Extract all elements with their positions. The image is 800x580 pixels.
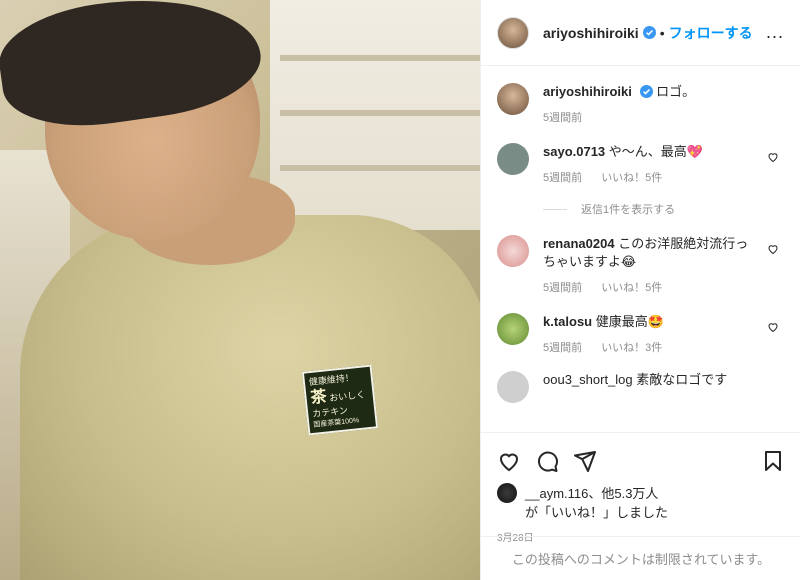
comment-likes[interactable]: いいね！5件 [601, 282, 662, 294]
post-header: ariyoshihiroiki • フォローする ... [481, 0, 800, 66]
heart-icon[interactable] [767, 321, 779, 333]
post-photo[interactable]: 健康維持！ 茶 おいしくカテキン 国産茶葉100% [0, 0, 480, 580]
comment-username[interactable]: renana0204 [543, 236, 615, 251]
comment-partial-text: oou3_short_log 素敵なロゴです [543, 372, 728, 387]
likes-line2: が「いいね！」しました [525, 505, 669, 520]
comment-icon[interactable] [535, 449, 559, 473]
comment-time[interactable]: 5週間前 [543, 172, 582, 184]
caption-time[interactable]: 5週間前 [543, 112, 582, 124]
likes-line1[interactable]: __aym.116、他5.3万人 [525, 483, 668, 502]
avatar[interactable] [497, 16, 529, 49]
comments-list: ariyoshihiroiki ロゴ。 5週間前 sayo.0713 や〜ん、最… [481, 67, 800, 432]
likes-summary: __aym.116、他5.3万人 が「いいね！」しました [497, 483, 785, 521]
comments-restricted-notice: この投稿へのコメントは制限されています。 [481, 536, 800, 580]
view-replies-label: 返信1件を表示する [581, 204, 676, 216]
reply-line [543, 208, 567, 210]
comment-likes[interactable]: いいね！5件 [601, 172, 662, 184]
avatar[interactable] [497, 143, 529, 175]
avatar[interactable] [497, 313, 529, 345]
username[interactable]: ariyoshihiroiki [543, 25, 639, 41]
caption: ariyoshihiroiki ロゴ。 5週間前 [497, 83, 785, 127]
shelf [280, 55, 480, 61]
post-sidebar: ariyoshihiroiki • フォローする ... ariyoshihir… [480, 0, 800, 580]
comment-username[interactable]: sayo.0713 [543, 144, 605, 159]
caption-username[interactable]: ariyoshihiroiki [543, 84, 632, 99]
comment-text: や〜ん、最高💖 [608, 144, 703, 159]
post-actions: __aym.116、他5.3万人 が「いいね！」しました 3月28日 [481, 432, 800, 544]
verified-icon [639, 85, 653, 98]
heart-icon[interactable] [767, 243, 779, 255]
avatar[interactable] [497, 371, 529, 403]
comment-time[interactable]: 5週間前 [543, 342, 582, 354]
like-icon[interactable] [497, 449, 521, 473]
patch-line1: 健康維持！ [308, 372, 355, 388]
shelf [280, 110, 480, 116]
comment-text: 健康最高🤩 [595, 314, 664, 329]
heart-icon[interactable] [767, 151, 779, 163]
comment-username[interactable]: k.talosu [543, 314, 592, 329]
caption-text: ロゴ。 [656, 84, 696, 99]
sweater [20, 215, 480, 580]
avatar[interactable] [497, 83, 529, 115]
comment-time[interactable]: 5週間前 [543, 282, 582, 294]
view-replies-button[interactable]: 返信1件を表示する [543, 201, 785, 217]
liker-avatar[interactable] [497, 483, 517, 503]
comment: sayo.0713 や〜ん、最高💖 5週間前 いいね！5件 [497, 143, 785, 187]
verified-icon [642, 26, 656, 39]
more-options-icon[interactable]: ... [766, 22, 784, 43]
separator-dot: • [659, 24, 665, 41]
bookmark-icon[interactable] [761, 449, 785, 473]
logo-patch: 健康維持！ 茶 おいしくカテキン 国産茶葉100% [301, 364, 379, 436]
follow-button[interactable]: フォローする [669, 23, 753, 43]
avatar[interactable] [497, 235, 529, 267]
patch-big: 茶 [309, 388, 328, 407]
comment: renana0204 このお洋服絶対流行っちゃいますよ😂 5週間前 いいね！5件 [497, 235, 785, 297]
comment-partial: oou3_short_log 素敵なロゴです [497, 371, 785, 403]
comment: k.talosu 健康最高🤩 5週間前 いいね！3件 [497, 313, 785, 357]
shelf [280, 165, 480, 171]
comment-likes[interactable]: いいね！3件 [601, 342, 662, 354]
share-icon[interactable] [573, 449, 597, 473]
